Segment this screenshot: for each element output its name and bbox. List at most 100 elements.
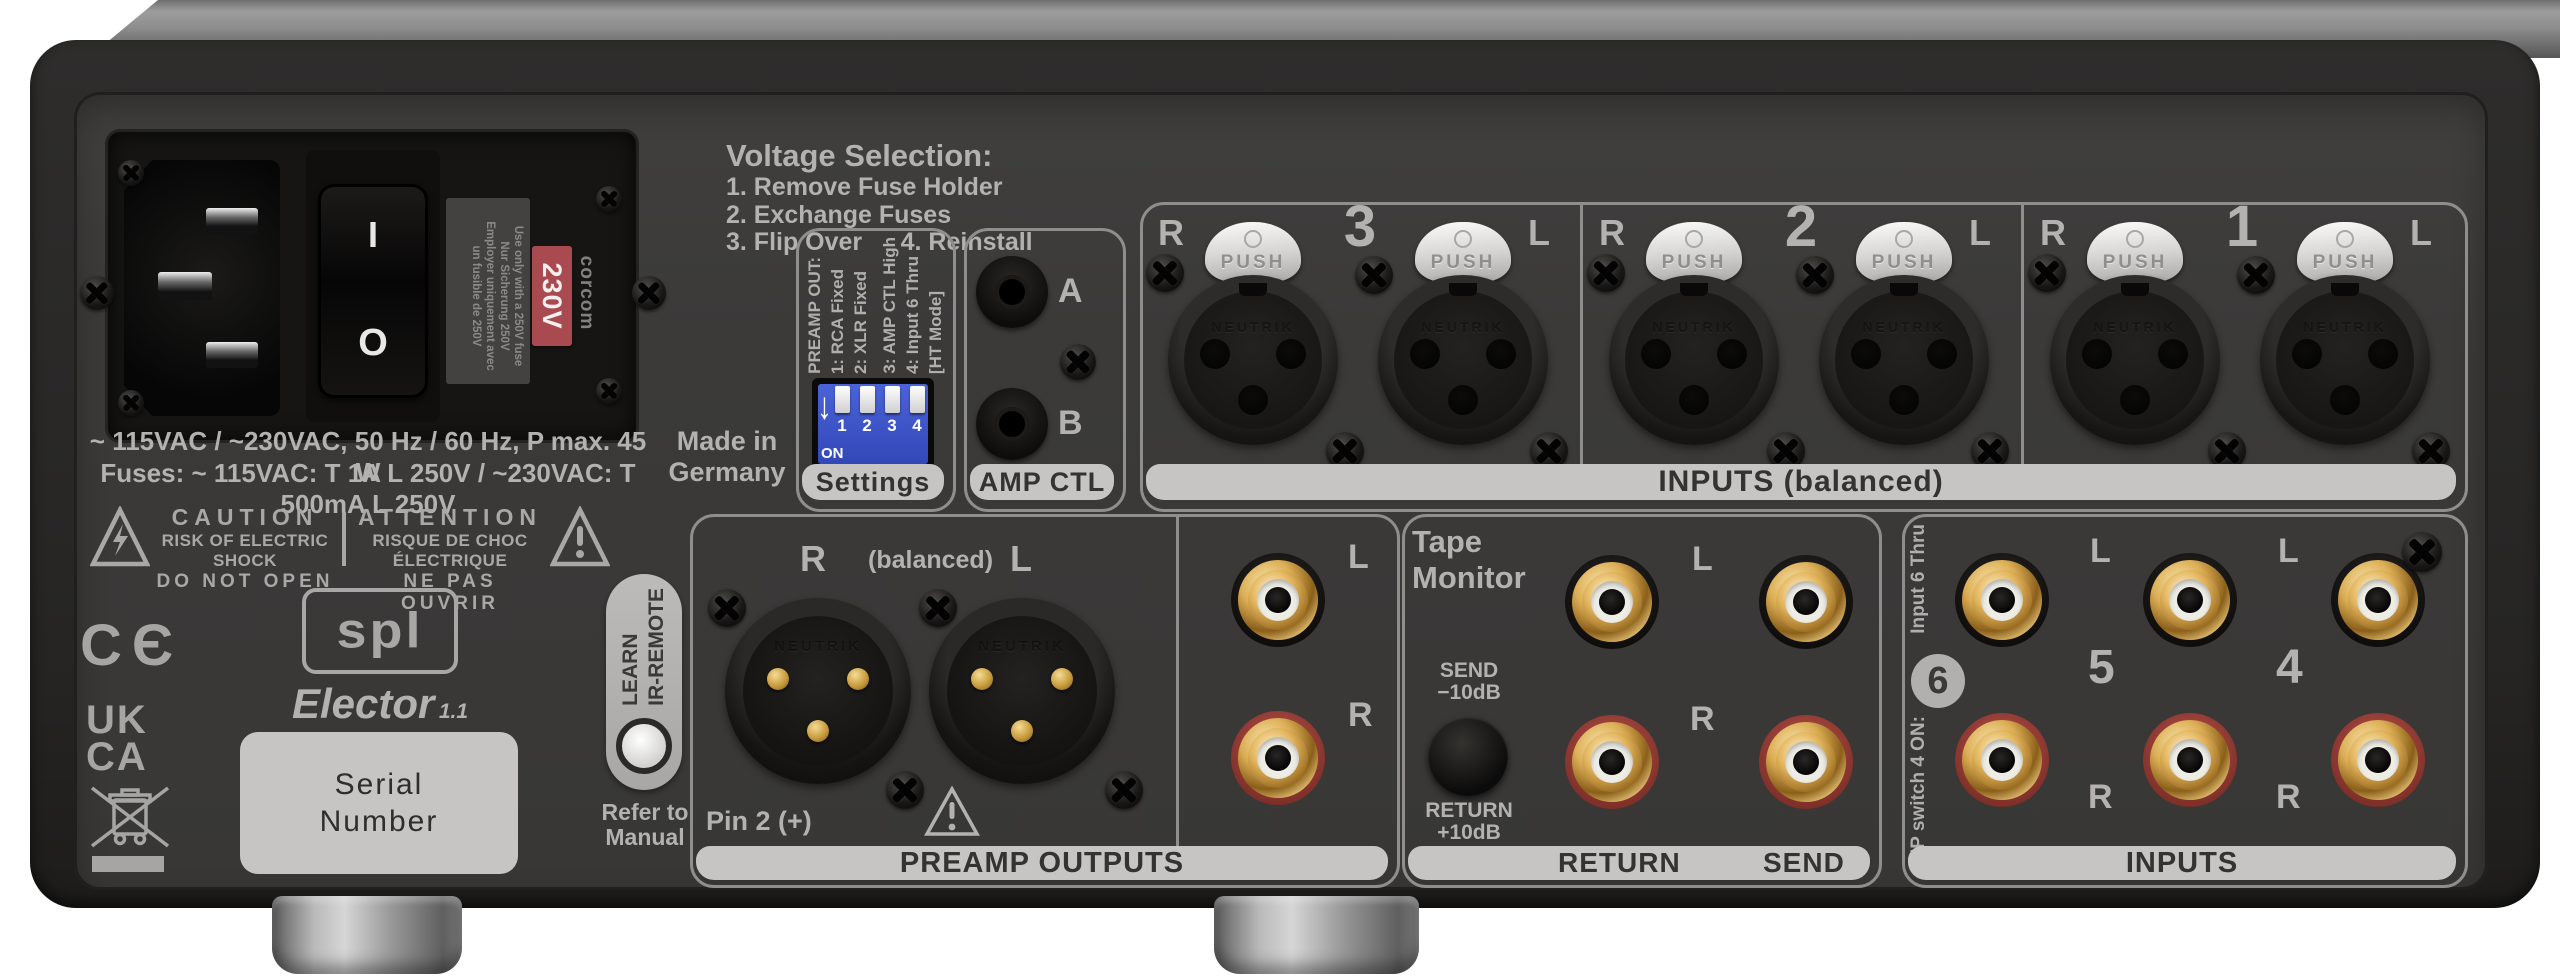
xlr-output-r[interactable]: NEUTRIK [725, 598, 911, 784]
xlr-brand-engraving: NEUTRIK [1378, 319, 1548, 335]
xlr-brand-engraving: NEUTRIK [725, 638, 911, 655]
xlr-pin [807, 720, 829, 742]
legend-1: 1: RCA Fixed [828, 269, 848, 374]
latch-logo-icon [1454, 230, 1472, 248]
phillips-screw [2028, 254, 2066, 292]
tape-send-rca-r[interactable] [1759, 715, 1853, 809]
learn-line1: LEARN [619, 588, 643, 706]
tape-return-rca-r[interactable] [1565, 715, 1659, 809]
xlr-notch [1890, 283, 1918, 296]
xlr-brand-engraving: NEUTRIK [2260, 319, 2430, 335]
input3-right-label: R [1158, 212, 1184, 254]
iec-pin [158, 272, 212, 300]
dip-num-2: 2 [858, 416, 876, 436]
model-text: Elector [292, 680, 434, 727]
amp-ctl-jack-a[interactable] [976, 256, 1048, 328]
phillips-screw [886, 771, 924, 809]
xlr-pin-hole [2120, 385, 2150, 415]
legend-title: PREAMP OUT: [805, 257, 825, 374]
xlr-pin-hole [2158, 339, 2188, 369]
tape-title-line1: Tape [1412, 524, 1552, 560]
xlr-pin-hole [2292, 339, 2322, 369]
section-divider [2021, 202, 2024, 464]
xlr-input-3-r[interactable]: NEUTRIK [1168, 275, 1338, 445]
circled-6-text: 6 [1927, 660, 1948, 703]
xlr-output-l[interactable]: NEUTRIK [929, 598, 1115, 784]
input-4-rca-r[interactable] [2331, 713, 2425, 807]
inputs-rca-r-label: R [2088, 778, 2113, 817]
preamp-rca-output-r[interactable] [1231, 711, 1325, 805]
phillips-screw [1146, 254, 1184, 292]
learn-ir-button[interactable] [616, 718, 672, 774]
xlr-pin-hole [2330, 385, 2360, 415]
ukca-mark: UK CA [86, 702, 148, 776]
dip-num-1: 1 [833, 416, 851, 436]
amp-ctl-jack-b[interactable] [976, 388, 1048, 460]
fuse-brand-text: corcom [572, 228, 600, 358]
xlr-brand-engraving: NEUTRIK [2050, 319, 2220, 335]
tape-send-rca-l[interactable] [1759, 555, 1853, 649]
weee-bin-icon [84, 786, 176, 850]
fuse-note-line: Employer uniquement avec [483, 203, 497, 384]
power-rocker-switch[interactable]: I O [318, 184, 428, 398]
serial-line1: Serial [335, 766, 424, 804]
iec-power-inlet[interactable] [124, 160, 280, 416]
xlr-pin-hole [1889, 385, 1919, 415]
tape-level-button[interactable] [1428, 716, 1508, 796]
voltage-selection-title: Voltage Selection: [726, 138, 1033, 174]
xlr-pin-hole [1276, 339, 1306, 369]
ukca-line2: CA [86, 739, 148, 776]
input-6-rca-r[interactable] [1955, 713, 2049, 807]
xlr-pin-hole [1717, 339, 1747, 369]
preamp-rca-output-l[interactable] [1231, 553, 1325, 647]
xlr-input-1-r[interactable]: NEUTRIK [2050, 275, 2220, 445]
xlr-input-2-l[interactable]: NEUTRIK [1819, 275, 1989, 445]
made-line1: Made in [652, 426, 802, 457]
dip-switch-3[interactable] [885, 386, 900, 413]
phillips-screw [118, 390, 144, 416]
xlr-input-2-r[interactable]: NEUTRIK [1609, 275, 1779, 445]
rca-socket-hole [1793, 589, 1819, 615]
xlr-pin-hole [1410, 339, 1440, 369]
push-text: PUSH [1415, 252, 1511, 274]
dip-switch-1[interactable] [835, 386, 850, 413]
jack-hole [995, 407, 1029, 441]
xlr-input-3-l[interactable]: NEUTRIK [1378, 275, 1548, 445]
fuse-voltage-label[interactable]: 230V [532, 246, 572, 346]
latch-logo-icon [2126, 230, 2144, 248]
tape-bar-return: RETURN [1558, 847, 1681, 879]
push-text: PUSH [2297, 252, 2393, 274]
input3-number: 3 [1320, 196, 1400, 256]
input-5-rca-r[interactable] [2143, 713, 2237, 807]
tape-monitor-title: Tape Monitor [1412, 524, 1552, 595]
learn-ir-remote-pill: LEARN IR-REMOTE [606, 574, 682, 790]
general-warning-icon [550, 506, 610, 570]
model-version: 1.1 [439, 700, 468, 723]
chassis-foot [1214, 896, 1419, 974]
tape-return-rca-l[interactable] [1565, 555, 1659, 649]
fuse-note-line: Use only with a 250V fuse [511, 203, 525, 384]
latch-logo-icon [2336, 230, 2354, 248]
xlr-input-1-l[interactable]: NEUTRIK [2260, 275, 2430, 445]
rca-inputs-bar: INPUTS [1908, 846, 2456, 880]
attention-line1: RISQUE DE CHOC ÉLECTRIQUE [350, 531, 550, 571]
input-6-rca-l[interactable] [1955, 553, 2049, 647]
dip-switch-4-text: DIP switch 4 ON: [1908, 716, 1930, 868]
inputs-rca-r-label: R [2276, 778, 2301, 817]
preamp-out-legend: PREAMP OUT: 1: RCA Fixed 2: XLR Fixed 3:… [806, 236, 944, 374]
rear-panel-photo: I O Use only with a 250V fuse Nur Sicher… [0, 0, 2560, 979]
xlr-pin-hole [2368, 339, 2398, 369]
input-5-rca-l[interactable] [2143, 553, 2237, 647]
ukca-line1: UK [86, 702, 148, 739]
dip-switch-4[interactable] [910, 386, 925, 413]
weee-bar [92, 856, 164, 872]
send-note-line1: SEND [1414, 660, 1524, 682]
dip-switch-2[interactable] [860, 386, 875, 413]
caution-block-fr: ATTENTION RISQUE DE CHOC ÉLECTRIQUE NE P… [350, 504, 550, 574]
xlr-pin-hole [1641, 339, 1671, 369]
tape-title-line2: Monitor [1412, 560, 1552, 596]
rca-socket-hole [1989, 587, 2015, 613]
input1-right-label: R [2040, 212, 2066, 254]
power-spec-line2: Fuses: ~ 115VAC: T 1A L 250V / ~230VAC: … [80, 474, 656, 504]
fuse-note-line: Nur Sicherung 250V [497, 203, 511, 384]
